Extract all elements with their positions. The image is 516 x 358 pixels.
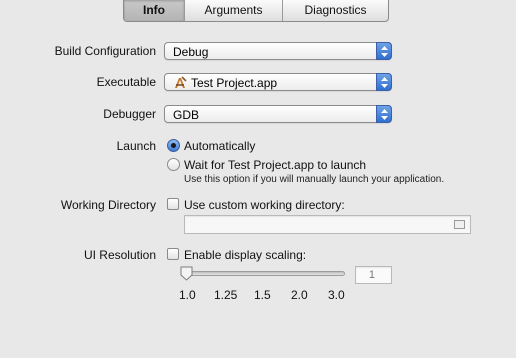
- custom-working-directory-checkbox[interactable]: [167, 198, 179, 210]
- scaling-tick-label: 3.0: [328, 288, 345, 302]
- settings-panel: Info Arguments Diagnostics Build Configu…: [0, 0, 516, 358]
- display-scaling-label: Enable display scaling:: [184, 248, 307, 262]
- build-configuration-popup[interactable]: Debug: [164, 42, 392, 60]
- working-directory-label: Working Directory: [60, 198, 156, 212]
- launch-automatically-label: Automatically: [184, 139, 256, 153]
- display-scaling-checkbox[interactable]: [167, 248, 179, 260]
- popup-arrows-icon: [376, 73, 392, 91]
- scaling-tick-label: 1.0: [179, 288, 196, 302]
- popup-arrows-icon: [376, 105, 392, 123]
- ui-resolution-label: UI Resolution: [83, 248, 156, 262]
- debugger-popup[interactable]: GDB: [164, 105, 392, 123]
- executable-label: Executable: [96, 75, 156, 89]
- popup-arrows-icon: [376, 42, 392, 60]
- executable-value: Test Project.app: [191, 76, 278, 90]
- app-icon: [173, 76, 187, 92]
- scaling-slider-track[interactable]: [184, 271, 345, 276]
- build-configuration-label: Build Configuration: [54, 44, 156, 58]
- debugger-label: Debugger: [103, 107, 156, 121]
- build-configuration-value: Debug: [173, 45, 209, 59]
- tab-info[interactable]: Info: [124, 0, 184, 21]
- tab-arguments[interactable]: Arguments: [184, 0, 282, 21]
- scaling-slider-knob[interactable]: [180, 266, 193, 281]
- launch-note: Use this option if you will manually lau…: [184, 174, 445, 185]
- scaling-value-field[interactable]: 1: [355, 266, 392, 284]
- working-directory-path-field[interactable]: [184, 215, 471, 234]
- executable-value-wrap: Test Project.app: [173, 76, 277, 92]
- tab-diagnostics[interactable]: Diagnostics: [282, 0, 388, 21]
- launch-label: Launch: [116, 139, 156, 153]
- folder-icon[interactable]: [454, 220, 465, 229]
- scaling-tick-label: 1.25: [214, 288, 238, 302]
- scaling-tick-label: 2.0: [291, 288, 308, 302]
- launch-automatically-radio[interactable]: [167, 139, 180, 152]
- tab-bar: Info Arguments Diagnostics: [123, 0, 389, 22]
- launch-wait-label: Wait for Test Project.app to launch: [184, 158, 367, 172]
- scaling-tick-label: 1.5: [254, 288, 271, 302]
- executable-popup[interactable]: Test Project.app: [164, 73, 392, 91]
- custom-working-directory-label: Use custom working directory:: [184, 198, 345, 212]
- debugger-value: GDB: [173, 108, 200, 122]
- launch-wait-radio[interactable]: [167, 158, 180, 171]
